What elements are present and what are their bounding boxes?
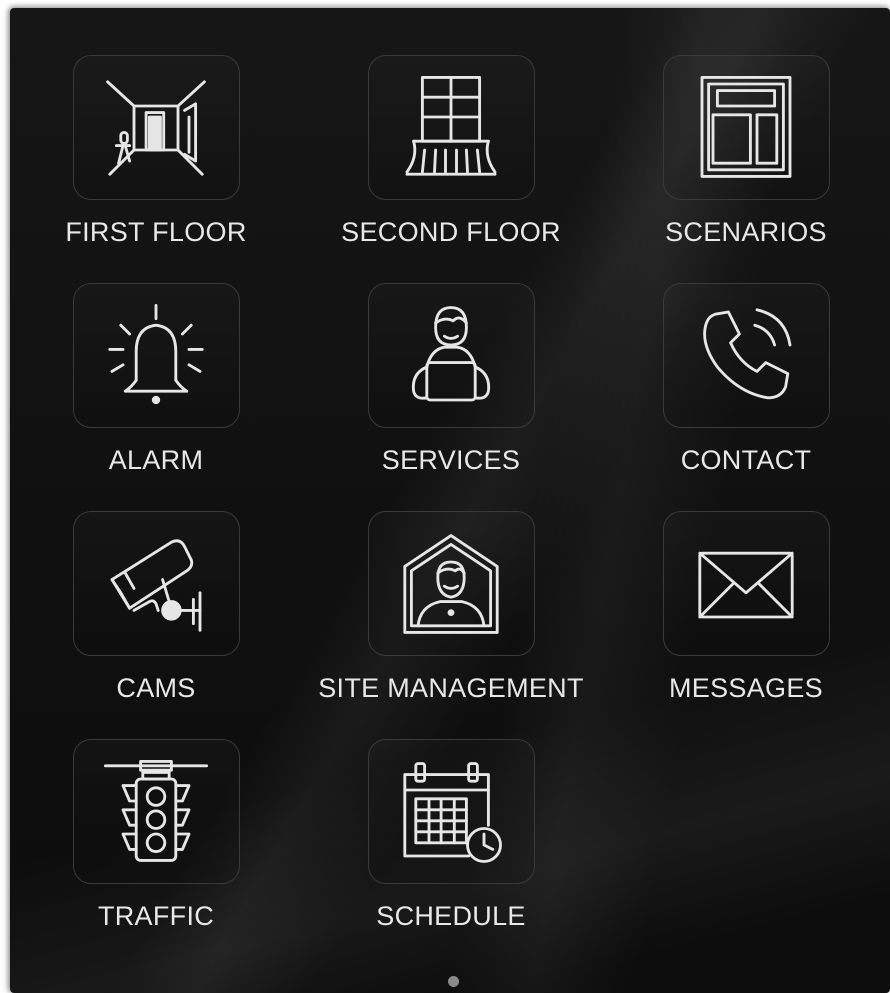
tile-scenarios[interactable]: SCENARIOS [596, 55, 890, 265]
scenarios-button[interactable] [662, 55, 830, 200]
site-management-button[interactable] [367, 511, 535, 656]
house-person-icon [403, 533, 499, 634]
first-floor-button[interactable] [72, 55, 240, 200]
tile-traffic[interactable]: TRAFFIC [10, 739, 306, 949]
person-laptop-icon [411, 305, 491, 401]
phone-call-icon [703, 307, 792, 399]
tile-label-services: SERVICES [381, 445, 521, 475]
traffic-button[interactable] [72, 739, 240, 884]
alarm-button[interactable] [72, 283, 240, 428]
messages-button[interactable] [662, 511, 830, 656]
tile-label-second-floor: SECOND FLOOR [341, 217, 561, 247]
room-door-icon [106, 79, 206, 176]
tile-label-contact: CONTACT [680, 445, 812, 475]
tile-label-site-management: SITE MANAGEMENT [318, 673, 584, 703]
tile-second-floor[interactable]: SECOND FLOOR [301, 55, 601, 265]
security-camera-icon [110, 538, 202, 632]
tile-label-first-floor: FIRST FLOOR [65, 217, 247, 247]
layout-panel-icon [700, 75, 792, 178]
envelope-icon [698, 551, 794, 618]
schedule-button[interactable] [367, 739, 535, 884]
tile-label-scenarios: SCENARIOS [665, 217, 827, 247]
tile-services[interactable]: SERVICES [301, 283, 601, 493]
tile-label-cams: CAMS [116, 673, 196, 703]
page-indicator-dot[interactable] [448, 976, 459, 987]
tile-site-management[interactable]: SITE MANAGEMENT [301, 511, 601, 721]
calendar-clock-icon [403, 761, 502, 863]
cams-button[interactable] [72, 511, 240, 656]
tile-messages[interactable]: MESSAGES [596, 511, 890, 721]
alarm-bell-icon [108, 303, 204, 404]
tile-cams[interactable]: CAMS [10, 511, 306, 721]
tile-label-schedule: SCHEDULE [376, 901, 526, 931]
tile-schedule[interactable]: SCHEDULE [301, 739, 601, 949]
tile-label-messages: MESSAGES [669, 673, 823, 703]
tile-label-traffic: TRAFFIC [97, 901, 215, 931]
second-floor-button[interactable] [367, 55, 535, 200]
tile-label-alarm: ALARM [108, 445, 204, 475]
tile-contact[interactable]: CONTACT [596, 283, 890, 493]
tile-alarm[interactable]: ALARM [10, 283, 306, 493]
services-button[interactable] [367, 283, 535, 428]
traffic-light-icon [103, 759, 209, 862]
home-panel: FIRST FLOOR SECOND FLOOR SCENARIOS ALARM… [10, 8, 890, 993]
tile-first-floor[interactable]: FIRST FLOOR [10, 55, 306, 265]
balcony-window-icon [405, 75, 497, 176]
contact-button[interactable] [662, 283, 830, 428]
